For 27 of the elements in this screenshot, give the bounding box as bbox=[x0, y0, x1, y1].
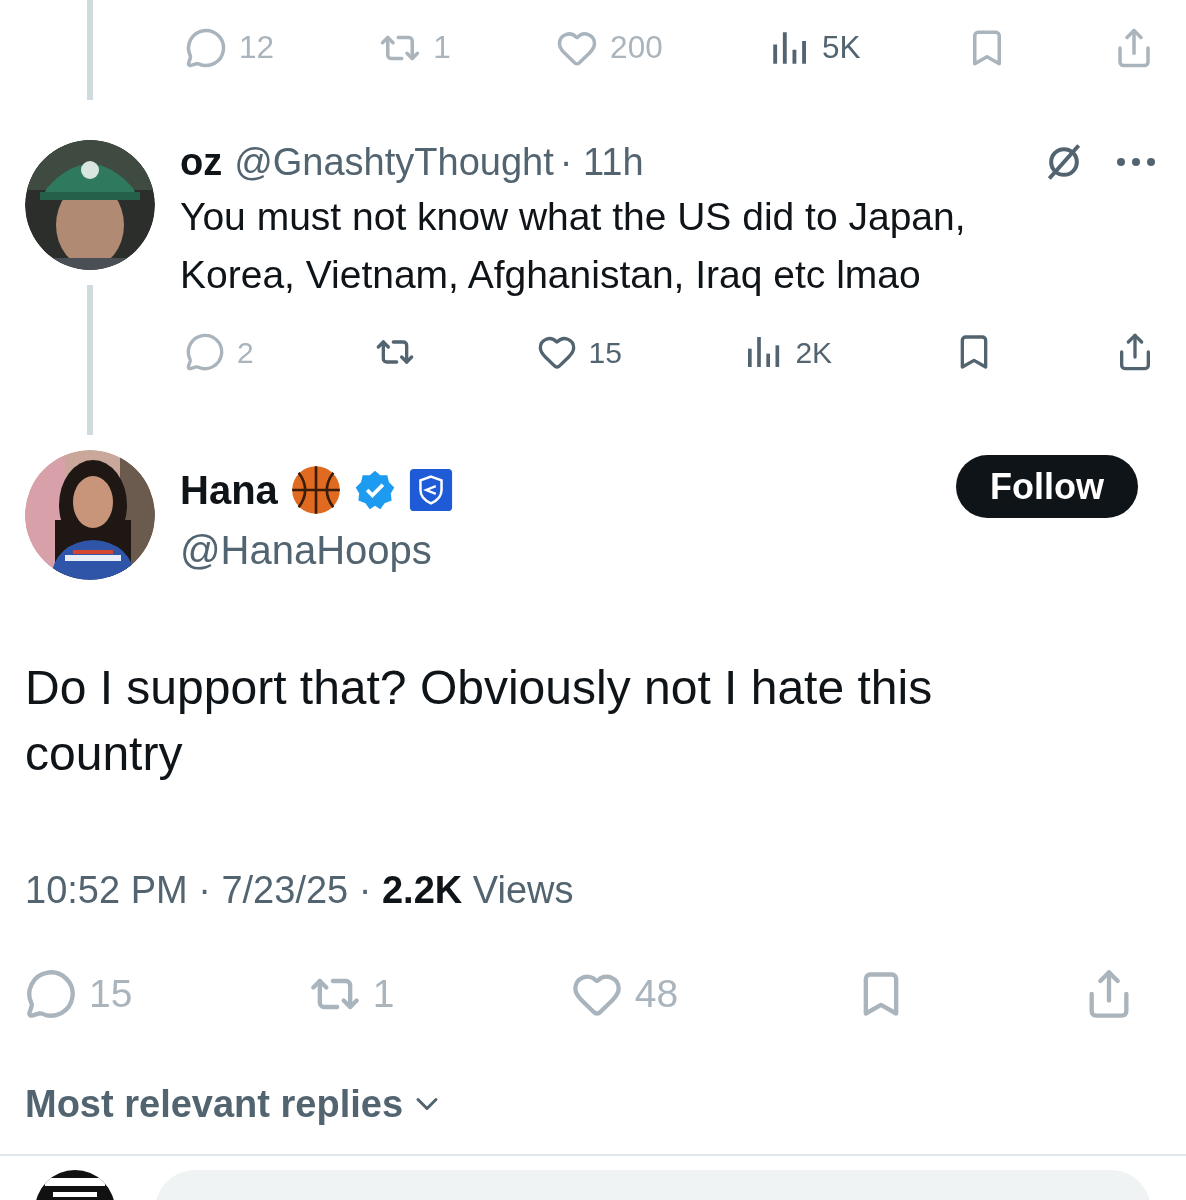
views-action[interactable]: 2K bbox=[743, 329, 833, 375]
like-action[interactable]: 15 bbox=[536, 329, 622, 375]
author-handle: @HanaHoops bbox=[180, 527, 433, 574]
like-action[interactable]: 48 bbox=[570, 964, 679, 1024]
shield-badge-icon bbox=[407, 467, 454, 513]
follow-button[interactable]: Follow bbox=[956, 455, 1138, 518]
verified-badge-icon bbox=[353, 469, 396, 511]
post-text: Do I support that? Obviously not I hate this country bbox=[24, 660, 934, 782]
reply-action[interactable]: 12 bbox=[185, 23, 275, 72]
reply-action[interactable]: 2 bbox=[185, 329, 254, 375]
post-meta: 10:52 PM · 7/23/25 · 2.2K Views bbox=[24, 868, 575, 913]
reply-icon bbox=[185, 332, 225, 372]
author-name: Hana bbox=[180, 467, 278, 514]
author-handle: @GnashtyThought bbox=[234, 139, 554, 185]
repost-action[interactable]: 1 bbox=[379, 23, 451, 72]
like-action[interactable]: 200 bbox=[556, 23, 663, 72]
reply-icon bbox=[185, 26, 227, 69]
reply-icon bbox=[25, 968, 77, 1020]
author-name: oz bbox=[180, 139, 223, 185]
reply-action[interactable]: 15 bbox=[25, 964, 133, 1024]
views-action[interactable]: 5K bbox=[767, 23, 861, 72]
repost-action[interactable]: 1 bbox=[308, 964, 395, 1024]
sort-replies-button[interactable]: Most relevant replies bbox=[25, 1075, 446, 1133]
basketball-icon bbox=[289, 464, 342, 516]
more-icon[interactable] bbox=[1116, 155, 1156, 169]
reply-text: You must not know what the US did to Japan, Korea, Vietnam, Afghanistan, Iraq etc lmao bbox=[180, 194, 967, 298]
post-time: · 11h bbox=[559, 139, 644, 185]
